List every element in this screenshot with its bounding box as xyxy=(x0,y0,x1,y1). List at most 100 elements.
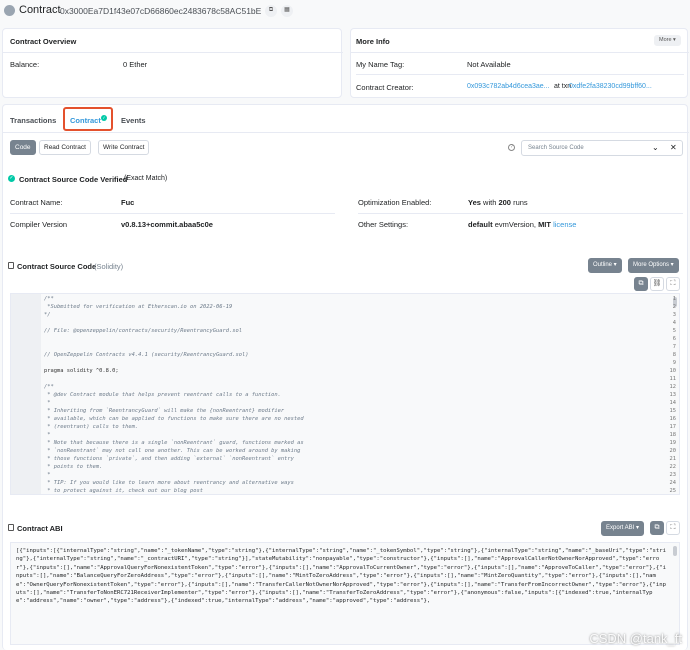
code-line: *Submitted for verification at Etherscan… xyxy=(44,304,233,310)
verified-icon: ✓ xyxy=(8,175,15,182)
search-source-input[interactable]: Search Source Code ⌄ ✕ xyxy=(521,140,683,156)
line-number: 21 xyxy=(669,456,677,462)
tab-contract[interactable]: Contract ✓ xyxy=(63,107,113,131)
license-link[interactable]: license xyxy=(553,220,576,229)
source-code-title: Contract Source Code xyxy=(17,262,97,271)
line-number: 7 xyxy=(672,344,676,350)
creator-address-link[interactable]: 0x093c782ab4d6cea3ae... xyxy=(467,83,550,90)
abi-fullscreen-icon[interactable]: ⛶ xyxy=(666,521,680,535)
line-number: 6 xyxy=(672,336,676,342)
export-abi-button[interactable]: Export ABI ▾ xyxy=(601,521,645,536)
more-info-title: More Info xyxy=(356,37,390,46)
read-contract-button[interactable]: Read Contract xyxy=(39,140,91,155)
qr-code-icon[interactable]: ▦ xyxy=(281,5,293,17)
line-number: 2 xyxy=(672,304,676,310)
code-line: /** xyxy=(44,296,54,302)
contract-address: 0x3000Ea7D1f43e07cD66860ec2483678c58AC51… xyxy=(60,6,262,16)
optimization-yes: Yes xyxy=(468,198,481,207)
compiler-version-value: v0.8.13+commit.abaa5c0e xyxy=(121,220,213,229)
write-contract-button[interactable]: Write Contract xyxy=(98,140,150,155)
more-button-label: More xyxy=(659,37,672,43)
code-line: * xyxy=(44,472,51,478)
contract-abi-title: Contract ABI xyxy=(17,524,63,533)
code-line: // File: @openzeppelin/contracts/securit… xyxy=(44,328,242,334)
contract-creator-label: Contract Creator: xyxy=(356,83,414,92)
contract-logo-icon xyxy=(4,5,15,16)
more-options-button[interactable]: More Options ▾ xyxy=(628,258,679,273)
tab-transactions[interactable]: Transactions xyxy=(10,116,56,125)
link-icon[interactable]: ⛓ xyxy=(650,277,664,291)
settings-evm: evmVersion, xyxy=(494,220,536,229)
line-number: 5 xyxy=(672,328,676,334)
source-code-editor[interactable]: 1 /** 2 *Submitted for verification at Eth… xyxy=(10,293,680,495)
copy-code-icon[interactable]: ⧉ xyxy=(634,277,648,291)
close-icon[interactable]: ✕ xyxy=(670,143,677,152)
code-line: * `nonReentrant` may not call one anothe… xyxy=(44,448,301,454)
code-line: pragma solidity ^0.8.0; xyxy=(44,368,119,374)
verified-note: (Exact Match) xyxy=(124,175,168,182)
balance-label: Balance: xyxy=(10,60,40,69)
abi-list-icon xyxy=(8,524,14,531)
code-button[interactable]: Code xyxy=(10,140,36,155)
line-number: 22 xyxy=(669,464,677,470)
other-settings-label: Other Settings: xyxy=(358,220,409,229)
code-line: */ xyxy=(44,312,51,318)
line-number: 3 xyxy=(672,312,676,318)
line-number: 12 xyxy=(669,384,677,390)
compiler-version-label: Compiler Version xyxy=(10,220,68,229)
page-title: Contract xyxy=(19,4,61,16)
code-line: * @dev Contract module that helps preven… xyxy=(44,392,281,398)
file-code-icon xyxy=(8,262,14,269)
settings-mit: MIT xyxy=(538,220,551,229)
line-number: 4 xyxy=(672,320,676,326)
verified-check-icon: ✓ xyxy=(101,115,107,121)
line-number: 1 xyxy=(672,296,676,302)
line-number: 20 xyxy=(669,448,677,454)
export-abi-label: Export ABI xyxy=(606,525,635,531)
code-line: * points to them. xyxy=(44,464,103,470)
fullscreen-icon[interactable]: ⛶ xyxy=(666,277,680,291)
creator-txn-link[interactable]: 0xdfe2fa38230cd99bff60... xyxy=(569,83,652,90)
other-settings-value: default evmVersion, MIT license xyxy=(468,220,576,229)
copy-icon[interactable]: ⧉ xyxy=(265,5,277,17)
line-number: 25 xyxy=(669,488,677,494)
outline-button[interactable]: Outline ▾ xyxy=(588,258,622,273)
contract-name-value: Fuc xyxy=(121,198,135,207)
page-header: Contract 0x3000Ea7D1f43e07cD66860ec24836… xyxy=(0,0,690,24)
code-line: * xyxy=(44,432,51,438)
code-line: * to protect against it, check out our b… xyxy=(44,488,204,494)
search-placeholder: Search Source Code xyxy=(528,145,584,151)
watermark: CSDN @tank_ft xyxy=(589,631,682,646)
overview-title: Contract Overview xyxy=(10,37,77,46)
optimization-runs-word: runs xyxy=(513,198,528,207)
code-line: * TIP: If you would like to learn more a… xyxy=(44,480,294,486)
name-tag-label: My Name Tag: xyxy=(356,60,405,69)
optimization-with: with xyxy=(483,198,497,207)
code-line: * available, which can be applied to fun… xyxy=(44,416,304,422)
chevron-down-icon[interactable]: ⌄ xyxy=(652,143,659,152)
code-line: * those functions `private`, and then ad… xyxy=(44,456,294,462)
code-line: * Inheriting from `ReentrancyGuard` will… xyxy=(44,408,285,414)
verified-title: Contract Source Code Verified xyxy=(19,175,128,184)
code-line: * Note that because there is a single `n… xyxy=(44,440,304,446)
more-dropdown-button[interactable]: More ▾ xyxy=(654,35,681,46)
outline-label: Outline xyxy=(593,262,613,268)
optimization-value: Yes with 200 runs xyxy=(468,198,528,207)
line-number: 17 xyxy=(669,424,677,430)
help-icon[interactable]: ? xyxy=(508,144,515,151)
tab-events[interactable]: Events xyxy=(121,116,146,125)
abi-textarea[interactable]: [{"inputs":[{"internalType":"string","na… xyxy=(10,542,680,645)
line-number: 16 xyxy=(669,416,677,422)
line-number: 13 xyxy=(669,392,677,398)
line-number: 24 xyxy=(669,480,677,486)
abi-scrollbar[interactable] xyxy=(673,546,677,556)
code-line: // OpenZeppelin Contracts v4.4.1 (securi… xyxy=(44,352,249,358)
balance-value: 0 Ether xyxy=(123,60,148,69)
name-tag-value: Not Available xyxy=(467,60,511,69)
contract-overview-card: Contract Overview Balance: 0 Ether xyxy=(2,28,343,98)
code-line: * xyxy=(44,400,51,406)
abi-content: [{"inputs":[{"internalType":"string","na… xyxy=(16,548,666,605)
line-number: 9 xyxy=(672,360,676,366)
copy-abi-icon[interactable]: ⧉ xyxy=(650,521,664,535)
line-number: 23 xyxy=(669,472,677,478)
